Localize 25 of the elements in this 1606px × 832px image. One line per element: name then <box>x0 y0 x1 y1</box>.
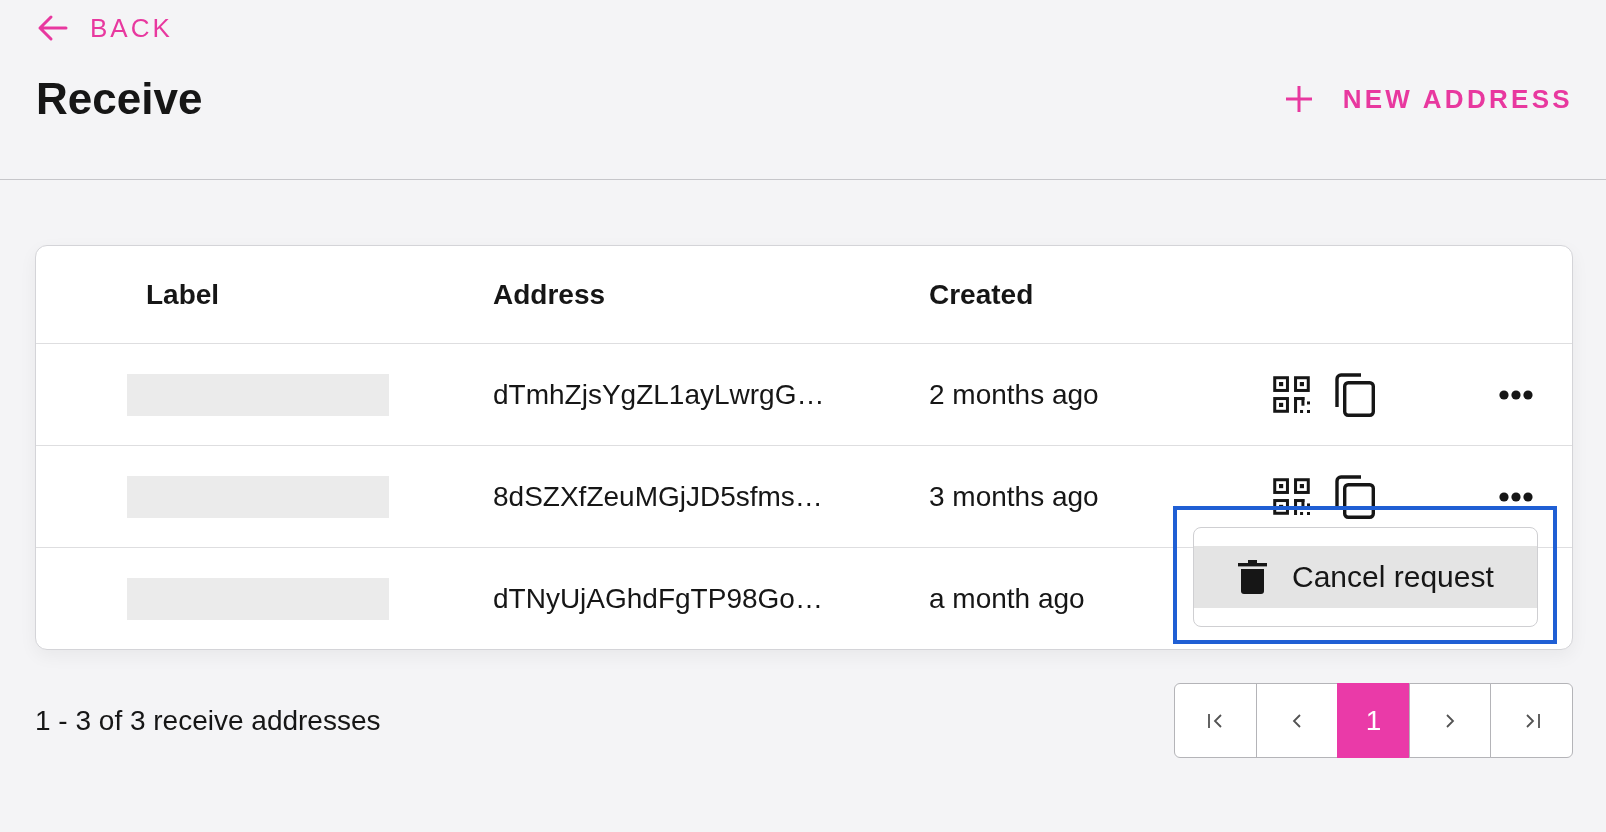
more-icon[interactable] <box>1499 491 1533 502</box>
column-header: Label <box>146 278 220 311</box>
column-header: Created <box>929 278 1034 311</box>
address-cell: 8dSZXfZeuMGjJD5sfms… <box>493 480 823 513</box>
more-icon[interactable] <box>1499 389 1533 400</box>
plus-icon <box>1284 85 1313 113</box>
address-cell: dTNyUjAGhdFgTP98Go… <box>493 582 823 615</box>
copy-icon[interactable] <box>1335 372 1375 417</box>
created-cell: 2 months ago <box>929 378 1099 411</box>
new-address-button[interactable]: NEW ADDRESS <box>1284 83 1573 115</box>
results-summary: 1 - 3 of 3 receive addresses <box>35 704 381 737</box>
back-link[interactable]: BACK <box>36 10 173 46</box>
qr-code-icon[interactable] <box>1273 376 1310 413</box>
cancel-request-menu-item[interactable]: Cancel request <box>1194 546 1537 608</box>
address-cell: dTmhZjsYgZL1ayLwrgG… <box>493 378 825 411</box>
page-button[interactable]: 1 <box>1337 683 1410 758</box>
trash-icon <box>1238 560 1267 594</box>
previous-page-button[interactable] <box>1255 683 1339 758</box>
arrow-left-icon <box>36 14 68 42</box>
column-header: Address <box>493 278 606 311</box>
created-cell: 3 months ago <box>929 480 1099 513</box>
page-title: Receive <box>36 73 203 125</box>
qr-code-icon[interactable] <box>1273 478 1310 515</box>
created-cell: a month ago <box>929 582 1085 615</box>
copy-icon[interactable] <box>1335 474 1375 519</box>
